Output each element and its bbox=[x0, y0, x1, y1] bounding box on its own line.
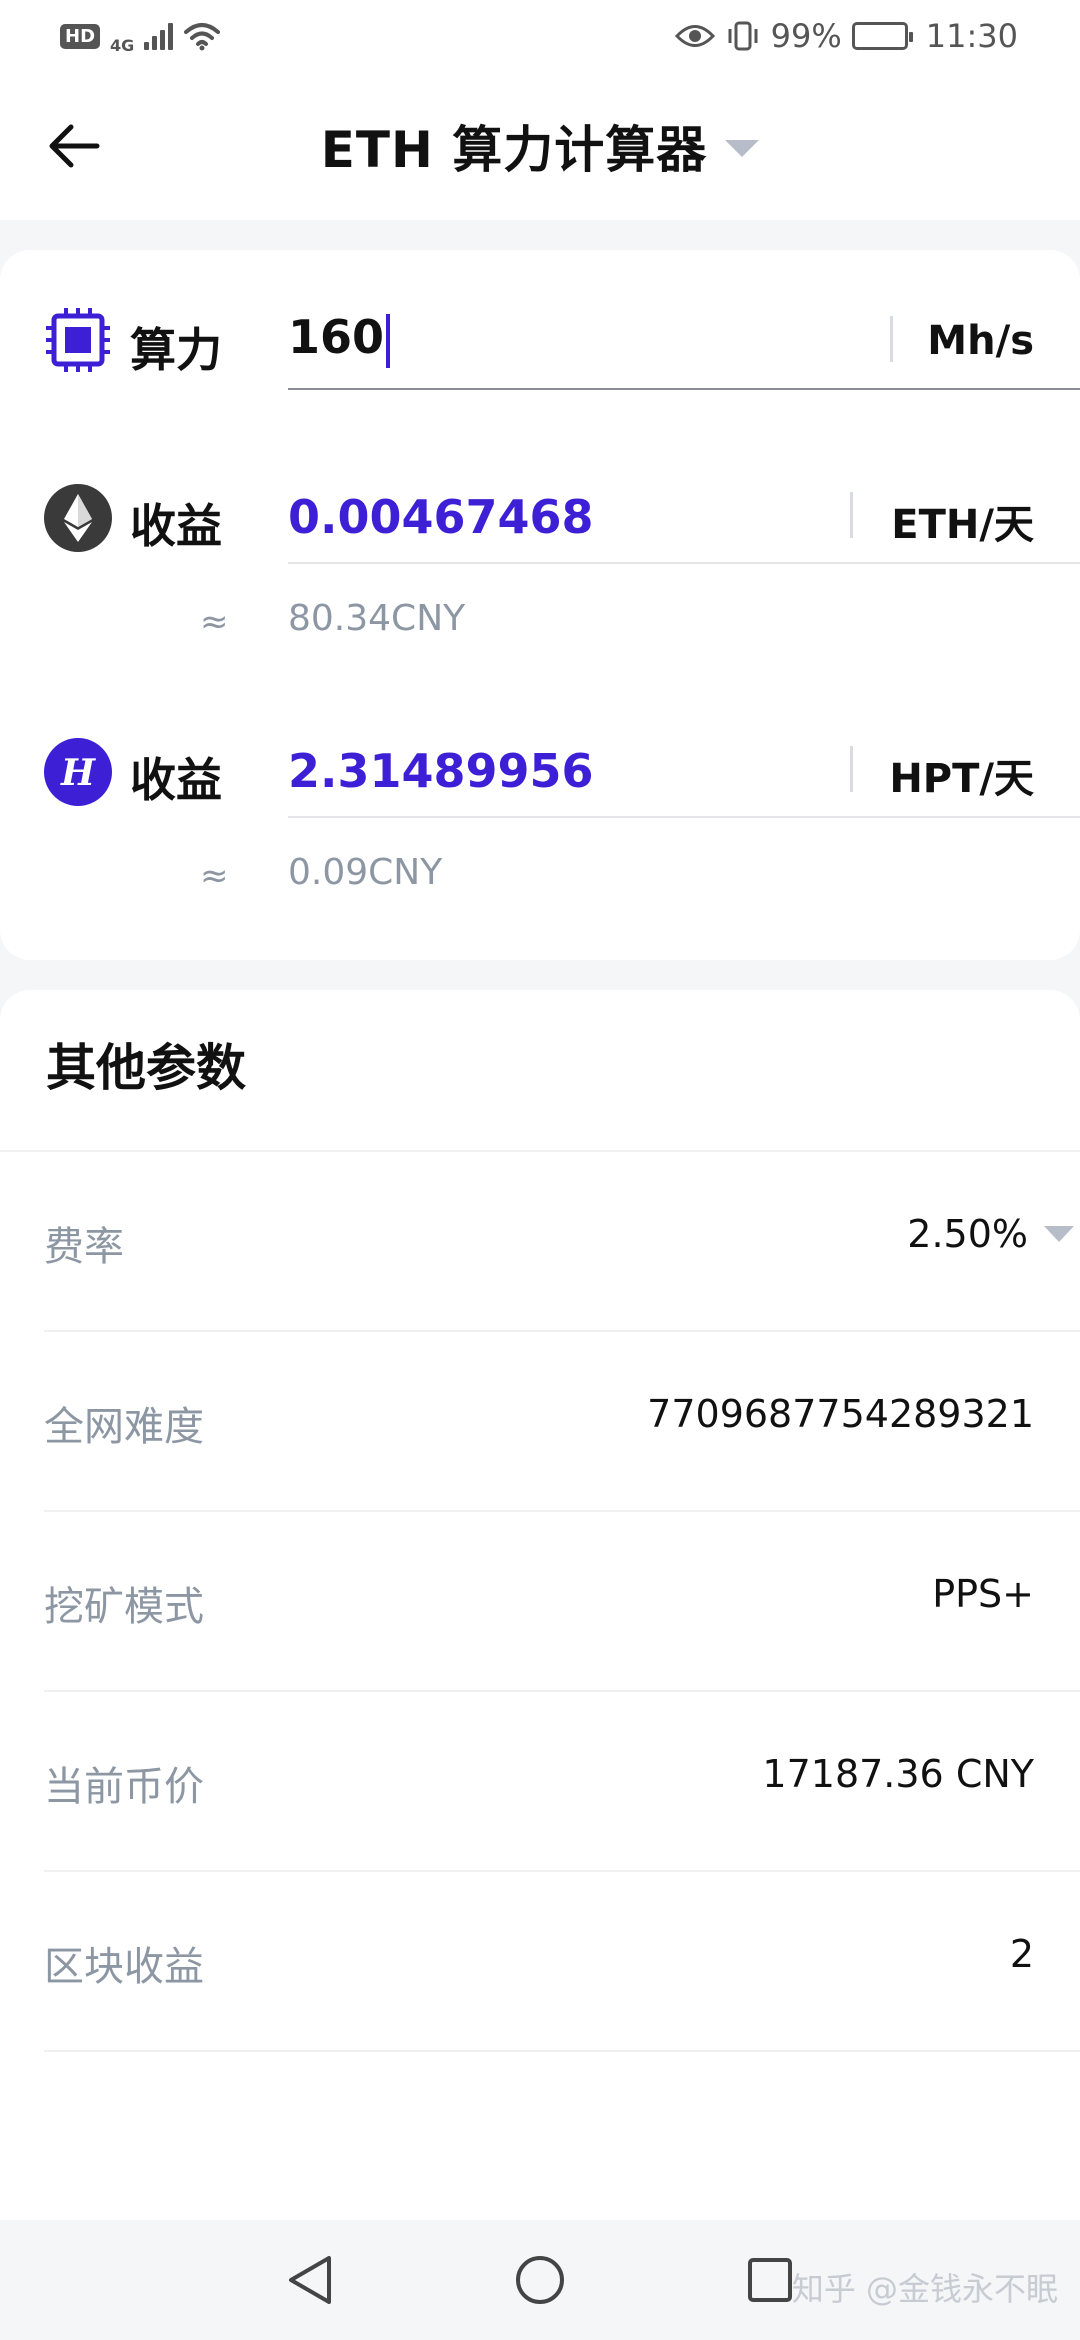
section-title: 其他参数 bbox=[46, 1039, 246, 1097]
param-row-network-difficulty: 全网难度 7709687754289321 bbox=[44, 1332, 1080, 1512]
status-bar-left: HD 4G bbox=[60, 18, 221, 55]
eth-earnings-unit: ETH/天 bbox=[891, 502, 1034, 548]
nav-home-button[interactable] bbox=[508, 2248, 572, 2312]
page-title: ETH 算力计算器 bbox=[320, 121, 708, 179]
param-row-mining-mode: 挖矿模式 PPS+ bbox=[44, 1512, 1080, 1692]
param-value: PPS+ bbox=[932, 1572, 1034, 1616]
unit-separator bbox=[890, 316, 893, 362]
param-value: 7709687754289321 bbox=[647, 1392, 1034, 1436]
hpt-earnings-value: 2.31489956 bbox=[288, 744, 594, 798]
param-label: 区块收益 bbox=[44, 1944, 204, 1990]
hd-badge: HD bbox=[60, 23, 101, 49]
hashrate-unit: Mh/s bbox=[927, 318, 1034, 364]
eye-icon bbox=[674, 25, 715, 47]
chevron-down-icon bbox=[725, 139, 760, 157]
approx-symbol: ≈ bbox=[200, 602, 229, 642]
param-row-coin-price: 当前币价 17187.36 CNY bbox=[44, 1692, 1080, 1872]
param-label: 费率 bbox=[44, 1224, 124, 1270]
network-type: 4G bbox=[110, 35, 135, 55]
hpt-earnings-unit: HPT/天 bbox=[889, 756, 1034, 802]
eth-earnings-row: 收益 0.00467468 ETH/天 ≈ 80.34CNY bbox=[0, 478, 1080, 642]
unit-separator bbox=[850, 746, 853, 792]
fee-rate-value: 2.50% bbox=[907, 1212, 1028, 1256]
calculator-card: 算力 160 Mh/s 收益 0.00467468 ETH/天 ≈ 80.34C… bbox=[0, 250, 1080, 960]
signal-icon bbox=[144, 22, 174, 50]
eth-earnings-underline bbox=[288, 562, 1080, 564]
hashrate-label: 算力 bbox=[130, 323, 222, 377]
watermark: 知乎 @金钱永不眠 bbox=[791, 2270, 1058, 2308]
param-row-fee-rate[interactable]: 费率 2.50% bbox=[44, 1152, 1080, 1332]
param-value: 2 bbox=[1009, 1932, 1034, 1976]
ethereum-icon bbox=[44, 484, 112, 552]
hashrate-value: 160 bbox=[288, 310, 385, 364]
param-label: 全网难度 bbox=[44, 1404, 204, 1450]
back-button[interactable] bbox=[44, 116, 104, 176]
battery-icon bbox=[851, 22, 913, 50]
eth-cny-value: 80.34CNY bbox=[288, 598, 466, 639]
page: HD 4G 99% 11:30 ETH 算力计算器 算力 160 Mh/s 收益… bbox=[0, 0, 1080, 2340]
nav-back-button[interactable] bbox=[278, 2248, 342, 2312]
square-recents-icon bbox=[748, 2258, 792, 2302]
approx-symbol: ≈ bbox=[200, 856, 229, 896]
hashrate-underline bbox=[288, 388, 1080, 390]
eth-earnings-value: 0.00467468 bbox=[288, 490, 594, 544]
unit-separator bbox=[850, 492, 853, 538]
text-cursor bbox=[386, 313, 391, 368]
hashrate-input[interactable]: 160 bbox=[288, 310, 391, 368]
back-arrow-icon bbox=[49, 124, 100, 168]
circle-home-icon bbox=[516, 2256, 564, 2304]
vibrate-icon bbox=[728, 21, 758, 51]
param-label: 当前币价 bbox=[44, 1764, 204, 1810]
status-bar: HD 4G 99% 11:30 bbox=[0, 0, 1080, 72]
hpt-cny-value: 0.09CNY bbox=[288, 852, 443, 893]
chevron-down-icon bbox=[1044, 1226, 1074, 1242]
hpt-earnings-row: H 收益 2.31489956 HPT/天 ≈ 0.09CNY bbox=[0, 732, 1080, 896]
system-nav-bar: 知乎 @金钱永不眠 bbox=[0, 2220, 1080, 2340]
status-time: 11:30 bbox=[925, 17, 1018, 55]
hashrate-row: 算力 160 Mh/s bbox=[0, 280, 1080, 420]
triangle-back-icon bbox=[289, 2256, 331, 2304]
param-row-block-reward: 区块收益 2 bbox=[44, 1872, 1080, 2052]
battery-percent: 99% bbox=[770, 17, 842, 55]
app-header: ETH 算力计算器 bbox=[0, 72, 1080, 220]
param-value: 2.50% bbox=[907, 1212, 1074, 1256]
hpt-earnings-underline bbox=[288, 816, 1080, 818]
hpt-coin-icon: H bbox=[44, 738, 112, 806]
coin-selector[interactable]: ETH 算力计算器 bbox=[321, 110, 760, 182]
other-params-card: 其他参数 费率 2.50% 全网难度 7709687754289321 挖矿模式… bbox=[0, 990, 1080, 2220]
param-value: 17187.36 CNY bbox=[762, 1752, 1034, 1796]
param-label: 挖矿模式 bbox=[44, 1584, 204, 1630]
chip-icon bbox=[46, 308, 110, 372]
svg-text:H: H bbox=[60, 752, 96, 794]
eth-earnings-label: 收益 bbox=[130, 499, 222, 553]
status-bar-right: 99% 11:30 bbox=[674, 17, 1018, 55]
hpt-earnings-label: 收益 bbox=[130, 753, 222, 807]
wifi-icon bbox=[184, 23, 221, 51]
